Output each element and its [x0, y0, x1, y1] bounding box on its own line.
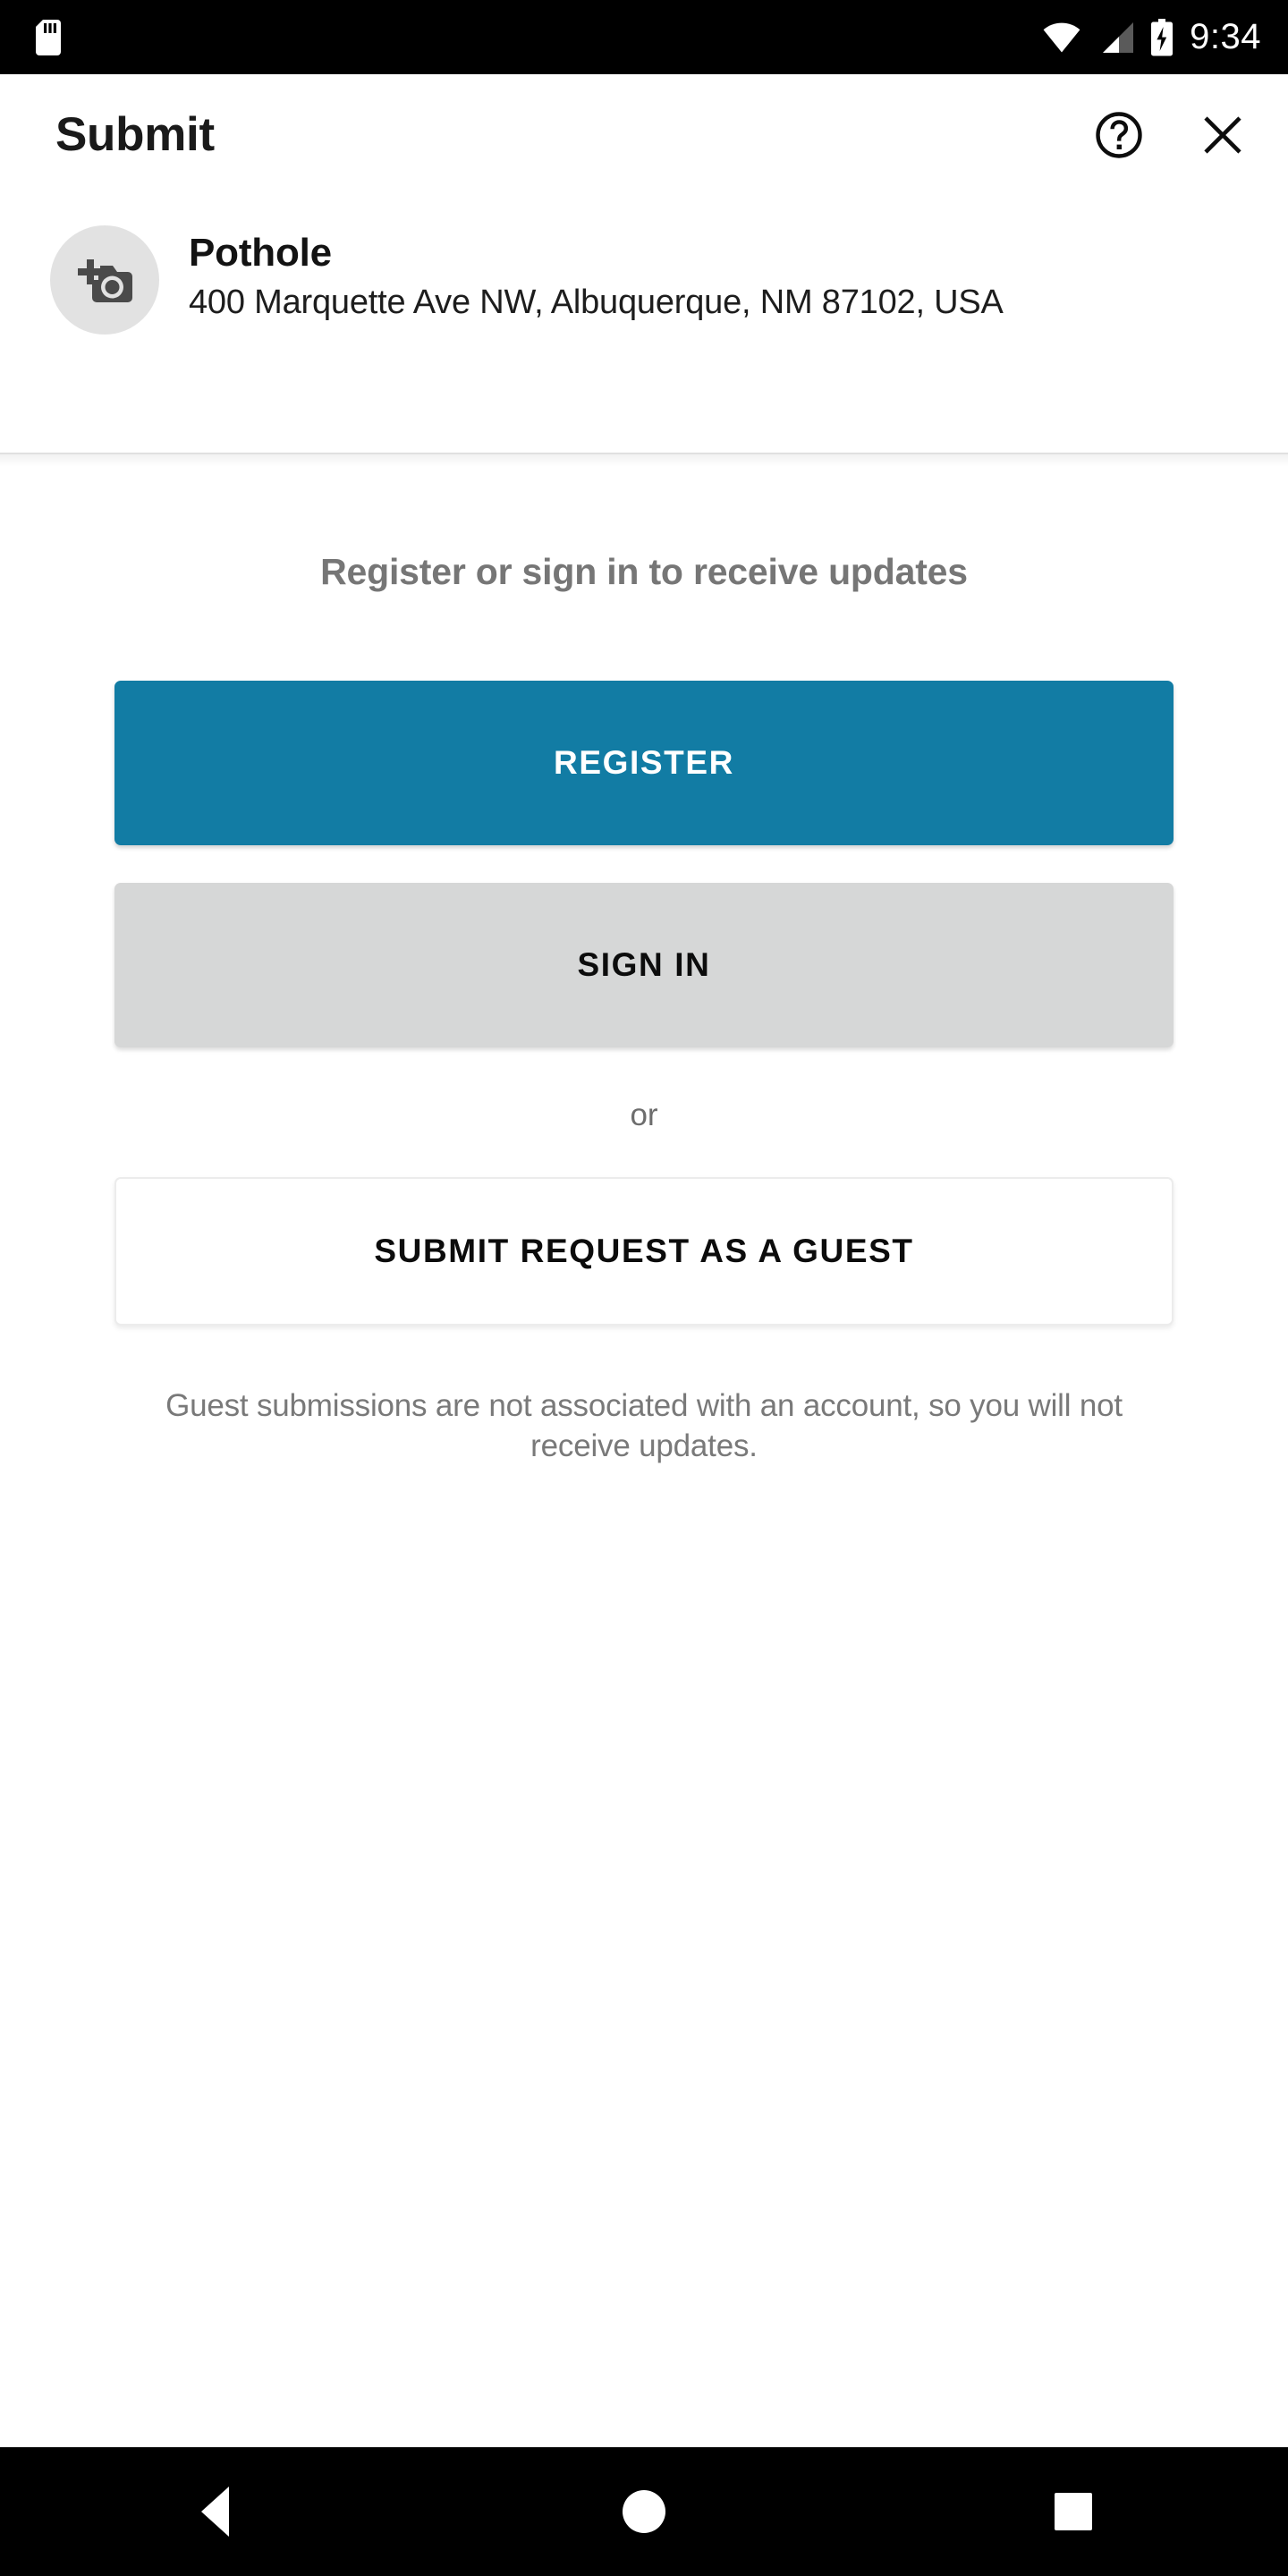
- page-title: Submit: [55, 108, 215, 161]
- close-button[interactable]: [1195, 107, 1250, 163]
- add-a-photo-icon: [75, 253, 134, 307]
- submit-as-guest-button[interactable]: SUBMIT REQUEST AS A GUEST: [114, 1177, 1174, 1326]
- battery-charging-icon: [1150, 18, 1174, 56]
- guest-note: Guest submissions are not associated wit…: [165, 1388, 1123, 1463]
- auth-prompt: Register or sign in to receive updates: [320, 551, 968, 592]
- back-triangle-icon: [200, 2487, 229, 2537]
- request-address: 400 Marquette Ave NW, Albuquerque, NM 87…: [189, 284, 1004, 322]
- request-title: Pothole: [189, 231, 332, 275]
- status-bar: 9:34: [0, 0, 1288, 74]
- status-bar-left: [36, 19, 61, 55]
- android-navigation-bar: [0, 2447, 1288, 2576]
- request-summary-text: Pothole 400 Marquette Ave NW, Albuquerqu…: [189, 225, 1004, 453]
- help-circle-icon: [1095, 111, 1143, 159]
- section-divider-shadow: [0, 454, 1288, 467]
- wifi-icon: [1043, 22, 1080, 53]
- help-button[interactable]: [1091, 107, 1147, 163]
- nav-home-button[interactable]: [564, 2447, 724, 2576]
- nav-back-button[interactable]: [134, 2447, 295, 2576]
- home-circle-icon: [623, 2490, 665, 2533]
- app-bar-actions: [1091, 107, 1250, 163]
- or-separator-label: or: [630, 1097, 658, 1133]
- register-button[interactable]: REGISTER: [114, 681, 1174, 846]
- auth-options-panel: Register or sign in to receive updates R…: [0, 467, 1288, 1467]
- app-bar: Submit: [0, 74, 1288, 195]
- close-icon: [1201, 114, 1244, 157]
- request-summary: Pothole 400 Marquette Ave NW, Albuquerqu…: [0, 195, 1288, 453]
- sign-in-button[interactable]: SIGN IN: [114, 883, 1174, 1048]
- sim-card-icon: [36, 19, 61, 55]
- status-bar-clock: 9:34: [1190, 16, 1261, 56]
- status-bar-right: 9:34: [1043, 16, 1261, 56]
- add-photo-button[interactable]: [50, 225, 159, 335]
- cellular-signal-icon: [1097, 21, 1134, 54]
- recents-square-icon: [1055, 2493, 1092, 2530]
- nav-recents-button[interactable]: [993, 2447, 1154, 2576]
